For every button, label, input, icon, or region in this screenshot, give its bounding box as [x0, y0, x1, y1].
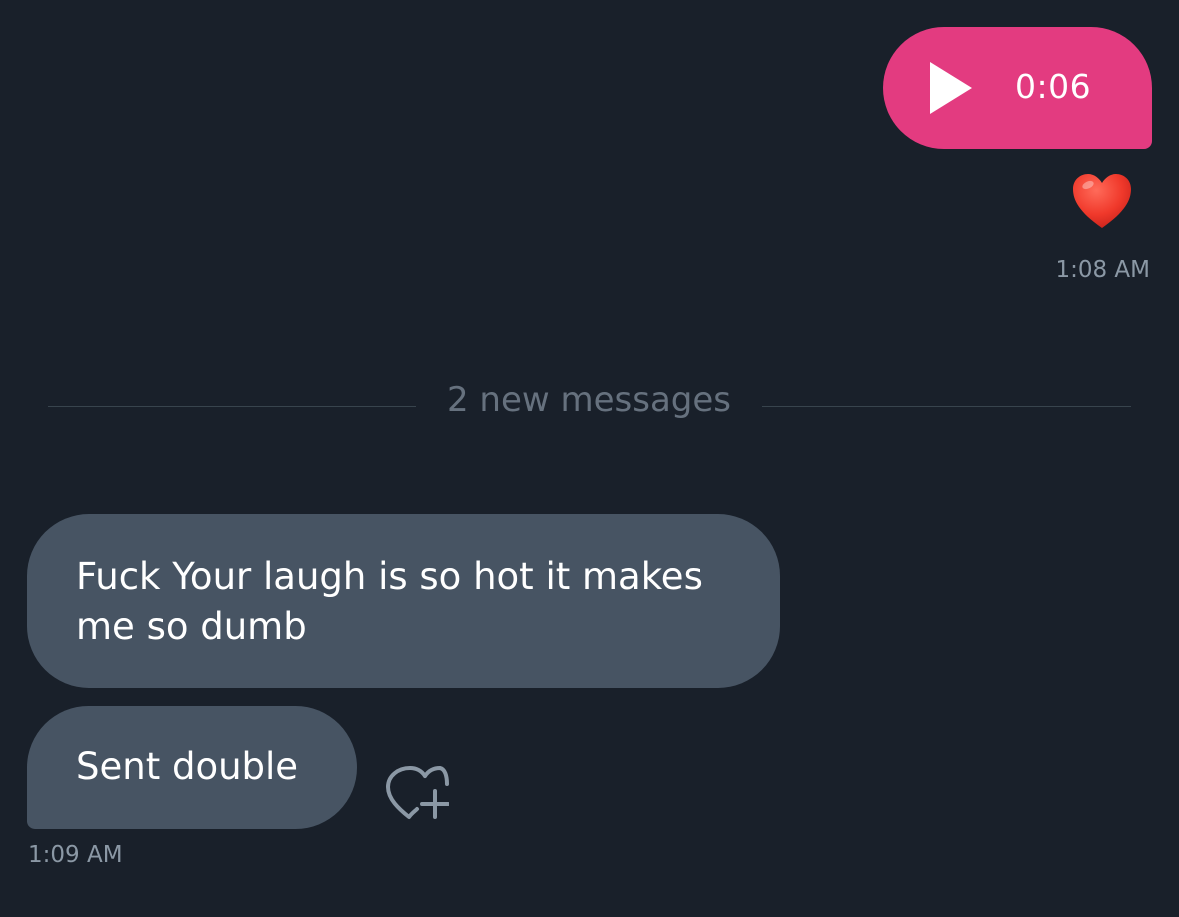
received-message-bubble[interactable]: Fuck Your laugh is so hot it makes me so… — [27, 514, 780, 688]
voice-message-bubble[interactable]: 0:06 — [883, 27, 1152, 149]
received-timestamp: 1:09 AM — [28, 842, 123, 868]
red-heart-emoji-icon[interactable] — [1071, 172, 1133, 232]
message-text: Fuck Your laugh is so hot it makes me so… — [76, 555, 703, 648]
new-messages-divider: 2 new messages — [446, 380, 732, 420]
sent-timestamp: 1:08 AM — [1055, 257, 1150, 283]
voice-message-duration: 0:06 — [1015, 67, 1092, 106]
divider-line-left — [48, 406, 416, 407]
divider-line-right — [762, 406, 1131, 407]
received-message-bubble[interactable]: Sent double — [27, 706, 357, 829]
message-text: Sent double — [76, 745, 299, 788]
play-icon[interactable] — [928, 60, 974, 116]
heart-plus-icon[interactable] — [385, 766, 449, 820]
